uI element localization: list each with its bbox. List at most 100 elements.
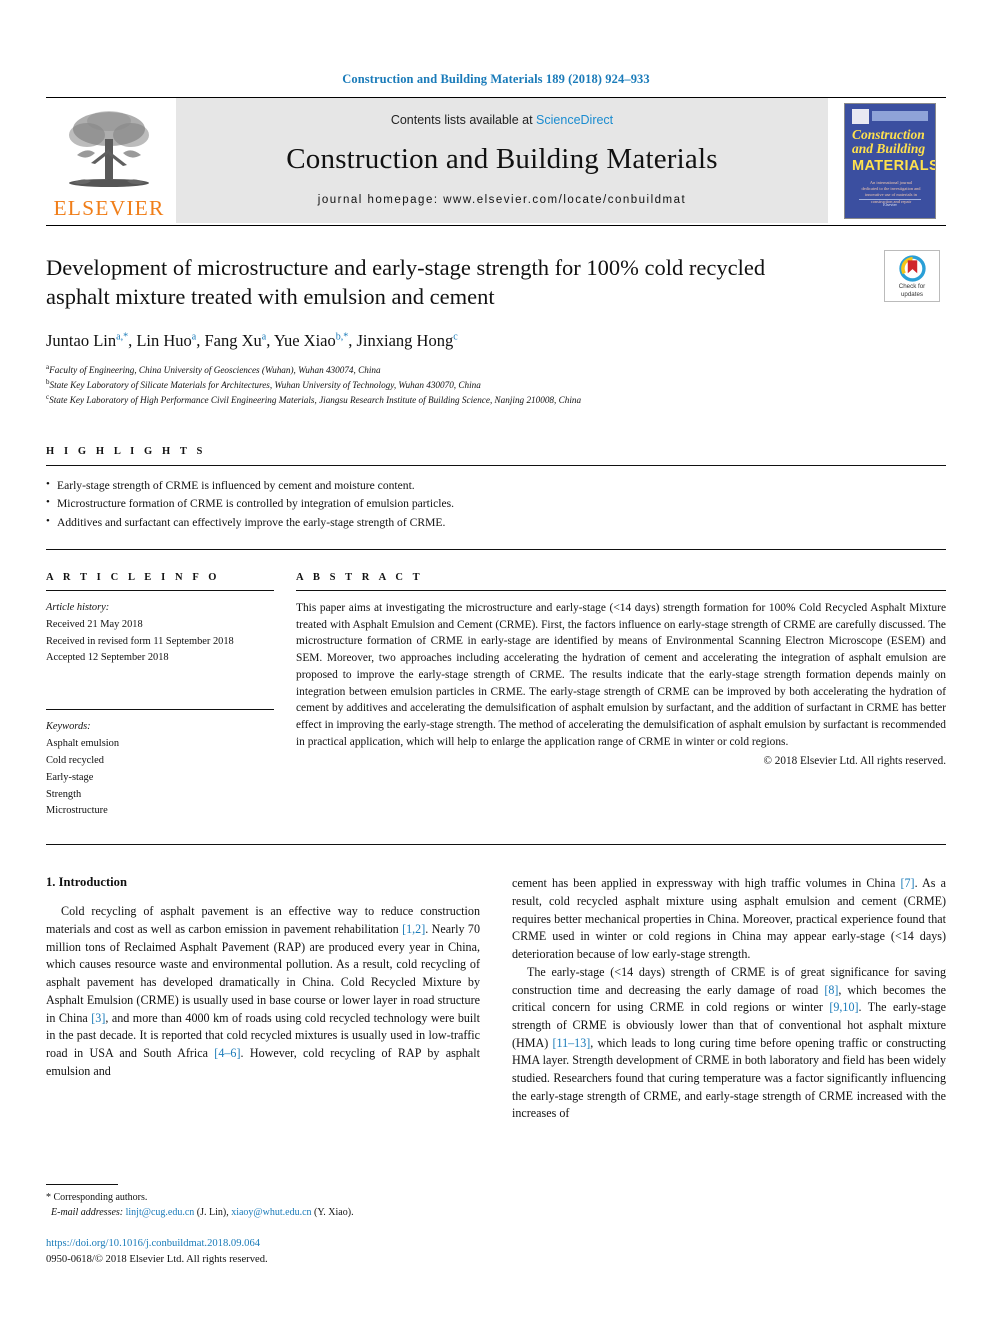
masthead-bottom-rule [46,225,946,226]
section-heading-introduction: 1. Introduction [46,875,127,890]
email-link-2[interactable]: xiaoy@whut.edu.cn [231,1207,311,1218]
cover-elsevier-mark [852,108,869,124]
citation-link[interactable]: [3] [91,1011,105,1025]
author-name: Juntao Lin [46,330,117,350]
author-marks: a [261,331,267,343]
author[interactable]: Fang Xua [205,331,267,350]
keyword-item: Microstructure [46,805,108,817]
page-footnote: * Corresponding authors. E-mail addresse… [46,1184,476,1267]
article-history-item: Received in revised form 11 September 20… [46,635,234,647]
keywords-rule [46,709,274,711]
cover-line1: Construction and Building [852,126,930,157]
author[interactable]: Juntao Lina,* [46,331,128,350]
citation-link[interactable]: [7] [900,876,914,890]
highlight-item: Additives and surfactant can effectively… [46,513,946,533]
intro-text-a: cement has been applied in expressway wi… [512,876,901,891]
email-owner-1: (J. Lin), [196,1207,229,1219]
affiliation: aFaculty of Engineering, China Universit… [46,362,946,377]
abstract-rule [296,589,946,591]
info-abstract-row: A R T I C L E I N F O Article history: R… [46,572,946,820]
cover-footer: Elsevier [883,202,897,208]
crossmark-label: Check for updates [899,283,925,299]
journal-title: Construction and Building Materials [286,143,718,175]
elsevier-logo: ELSEVIER [46,98,172,223]
abstract-text: This paper aims at investigating the mic… [296,601,946,748]
body-column-right: cement has been applied in expressway wi… [512,875,946,1123]
crossmark-line1: Check for [898,283,926,291]
intro-text-b: . Nearly 70 million tons of Reclaimed As… [46,922,481,1025]
issn-copyright: 0950-0618/© 2018 Elsevier Ltd. All right… [46,1253,268,1265]
paper-page: Construction and Building Materials 189 … [0,0,992,1323]
corresponding-author-note: * Corresponding authors. [46,1192,148,1204]
keyword-item: Early-stage [46,771,94,783]
elsevier-tree-icon [69,110,149,187]
abstract-copyright: © 2018 Elsevier Ltd. All rights reserved… [763,754,947,767]
intro-paragraph-right-2: The early-stage (<14 days) strength of C… [512,964,946,1123]
running-head: Construction and Building Materials 189 … [342,72,650,86]
affiliation-text: Faculty of Engineering, China University… [49,364,381,375]
article-info-label: A R T I C L E I N F O [46,571,221,583]
highlights-bottom-rule [46,548,946,550]
doi-link[interactable]: https://doi.org/10.1016/j.conbuildmat.20… [46,1236,476,1251]
body-column-left: 1. Introduction Cold recycling of asphal… [46,875,480,1123]
citation-link[interactable]: [11–13] [552,1036,590,1050]
cover-line2-text: and Building [852,141,926,157]
article-info-section: A R T I C L E I N F O Article history: R… [46,572,296,820]
contents-prefix: Contents lists available at [390,113,533,127]
author-marks: a,* [116,331,129,343]
email-link-1[interactable]: linjt@cug.edu.cn [126,1207,195,1218]
citation-link[interactable]: [4–6] [214,1046,240,1060]
author[interactable]: Jinxiang Hongc [357,331,458,350]
highlights-rule [46,464,946,466]
email-owner-2: (Y. Xiao). [314,1207,354,1219]
citation-link[interactable]: [1,2] [402,922,425,936]
keyword-item: Asphalt emulsion [46,738,120,750]
crossmark-line2: updates [900,291,923,298]
highlights-section: H I G H L I G H T S Early-stage strength… [46,446,946,533]
cover-image: Construction and Building MATERIALS An i… [844,102,936,219]
author-name: Lin Huo [136,330,192,350]
cover-line1-text: Construction [852,126,925,142]
keywords-block: Keywords: Asphalt emulsion Cold recycled… [46,709,274,820]
article-history-title: Article history: [46,601,110,613]
intro-paragraph-left: Cold recycling of asphalt pavement is an… [46,903,480,1080]
journal-banner: Contents lists available at ScienceDirec… [176,98,828,223]
affiliation-list: aFaculty of Engineering, China Universit… [46,362,946,408]
author[interactable]: Lin Huoa [136,331,196,350]
doi-block: https://doi.org/10.1016/j.conbuildmat.20… [46,1236,476,1267]
journal-cover-thumbnail: Construction and Building MATERIALS An i… [834,98,946,223]
author[interactable]: Yue Xiaob,* [274,331,348,350]
keyword-item: Cold recycled [46,754,104,766]
email-label: E-mail addresses: [51,1207,124,1219]
sciencedirect-link[interactable]: ScienceDirect [536,113,613,127]
citation-link[interactable]: [9,10] [829,1000,858,1014]
cover-divider [859,198,921,200]
highlight-item: Early-stage strength of CRME is influenc… [46,476,946,496]
citation-link[interactable]: [8] [824,983,838,997]
title-block: Check for updates Development of microst… [46,250,946,408]
article-history-item: Received 21 May 2018 [46,618,143,630]
journal-masthead: ELSEVIER Contents lists available at Sci… [46,98,946,223]
footnote-rule [46,1184,118,1186]
author-name: Fang Xu [204,330,262,350]
abstract-section: A B S T R A C T This paper aims at inves… [296,572,946,820]
author-marks: c [453,331,458,343]
contents-available-line: Contents lists available at ScienceDirec… [391,113,613,127]
author-list: Juntao Lina,*, Lin Huoa, Fang Xua, Yue X… [46,330,458,350]
author-name: Jinxiang Hong [356,330,454,350]
crossmark-badge[interactable]: Check for updates [884,250,940,302]
cover-line3: MATERIALS [852,157,936,174]
body-columns: 1. Introduction Cold recycling of asphal… [46,875,946,1123]
cover-subtitle: An international journal dedicated to th… [861,179,921,204]
affiliation-text: State Key Laboratory of Silicate Materia… [49,379,481,390]
intro-paragraph-right-1: cement has been applied in expressway wi… [512,875,946,964]
highlight-item: Microstructure formation of CRME is cont… [46,494,946,514]
author-name: Yue Xiao [273,330,336,350]
keywords-title: Keywords: [46,721,91,733]
journal-homepage-link[interactable]: journal homepage: www.elsevier.com/locat… [318,194,686,206]
highlights-label: H I G H L I G H T S [46,445,206,457]
article-history-item: Accepted 12 September 2018 [46,652,169,664]
affiliation-text: State Key Laboratory of High Performance… [49,395,582,406]
abstract-bottom-rule [46,844,946,846]
keyword-item: Strength [46,788,82,800]
